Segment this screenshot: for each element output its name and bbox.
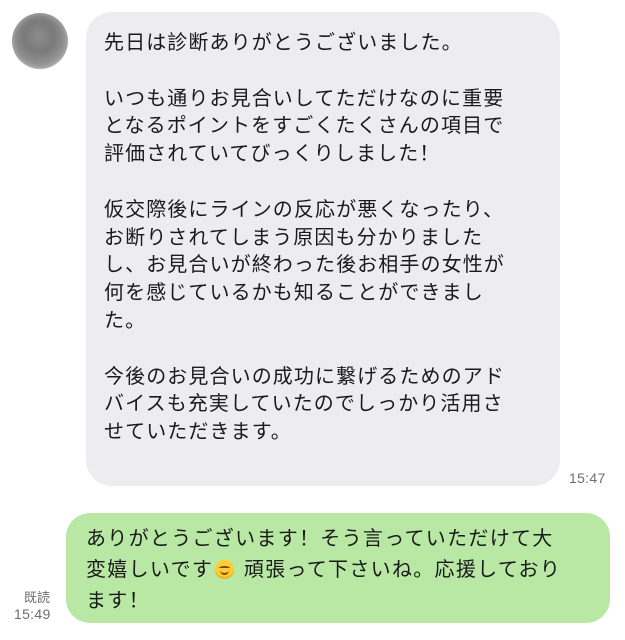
message-line: 仮交際後にラインの反応が悪くなったり、 [104,196,505,221]
message-line: し、お見合いが終わった後お相手の女性が [104,252,505,277]
incoming-timestamp: 15:47 [569,470,606,486]
message-line: 今後のお見合いの成功に繋げるためのアド [104,363,505,388]
outgoing-timestamp: 15:49 [14,606,51,622]
message-line: 先日は診断ありがとうございました。 [104,30,463,54]
message-line: いつも通りお見合いしてただけなのに重要 [104,85,505,110]
message-line: ます！ [86,588,150,612]
message-line: 何を感じているかも知ることができまし [104,280,484,305]
message-line: せていただきます。 [104,419,292,444]
incoming-message-bubble[interactable]: 先日は診断ありがとうございました。 いつも通りお見合いしてただけなのに重要 とな… [86,12,560,486]
message-line: となるポイントをすごくたくさんの項目で [104,113,505,138]
message-line: た。 [104,307,147,332]
outgoing-message-bubble[interactable]: ありがとうございます！そう言っていただけて大 変嬉しいです 頑張って下さいね。応… [66,513,610,623]
read-receipt: 既読 15:49 [14,589,51,623]
smiling-face-emoji-icon [215,560,235,579]
message-text: 頑張って下さいね。応援しており [236,557,562,581]
message-line: お断りされてしまう原因も分かりました [104,224,484,249]
message-text: 変嬉しいです [86,557,214,581]
message-line: バイスも充実していたのでしっかり活用さ [104,391,504,416]
avatar[interactable] [12,13,68,69]
read-label: 既読 [24,590,51,605]
message-line: ありがとうございます！そう言っていただけて大 [86,526,554,550]
message-line: 評価されていてびっくりしました！ [104,141,441,166]
message-line: 変嬉しいです 頑張って下さいね。応援しており [86,554,596,585]
